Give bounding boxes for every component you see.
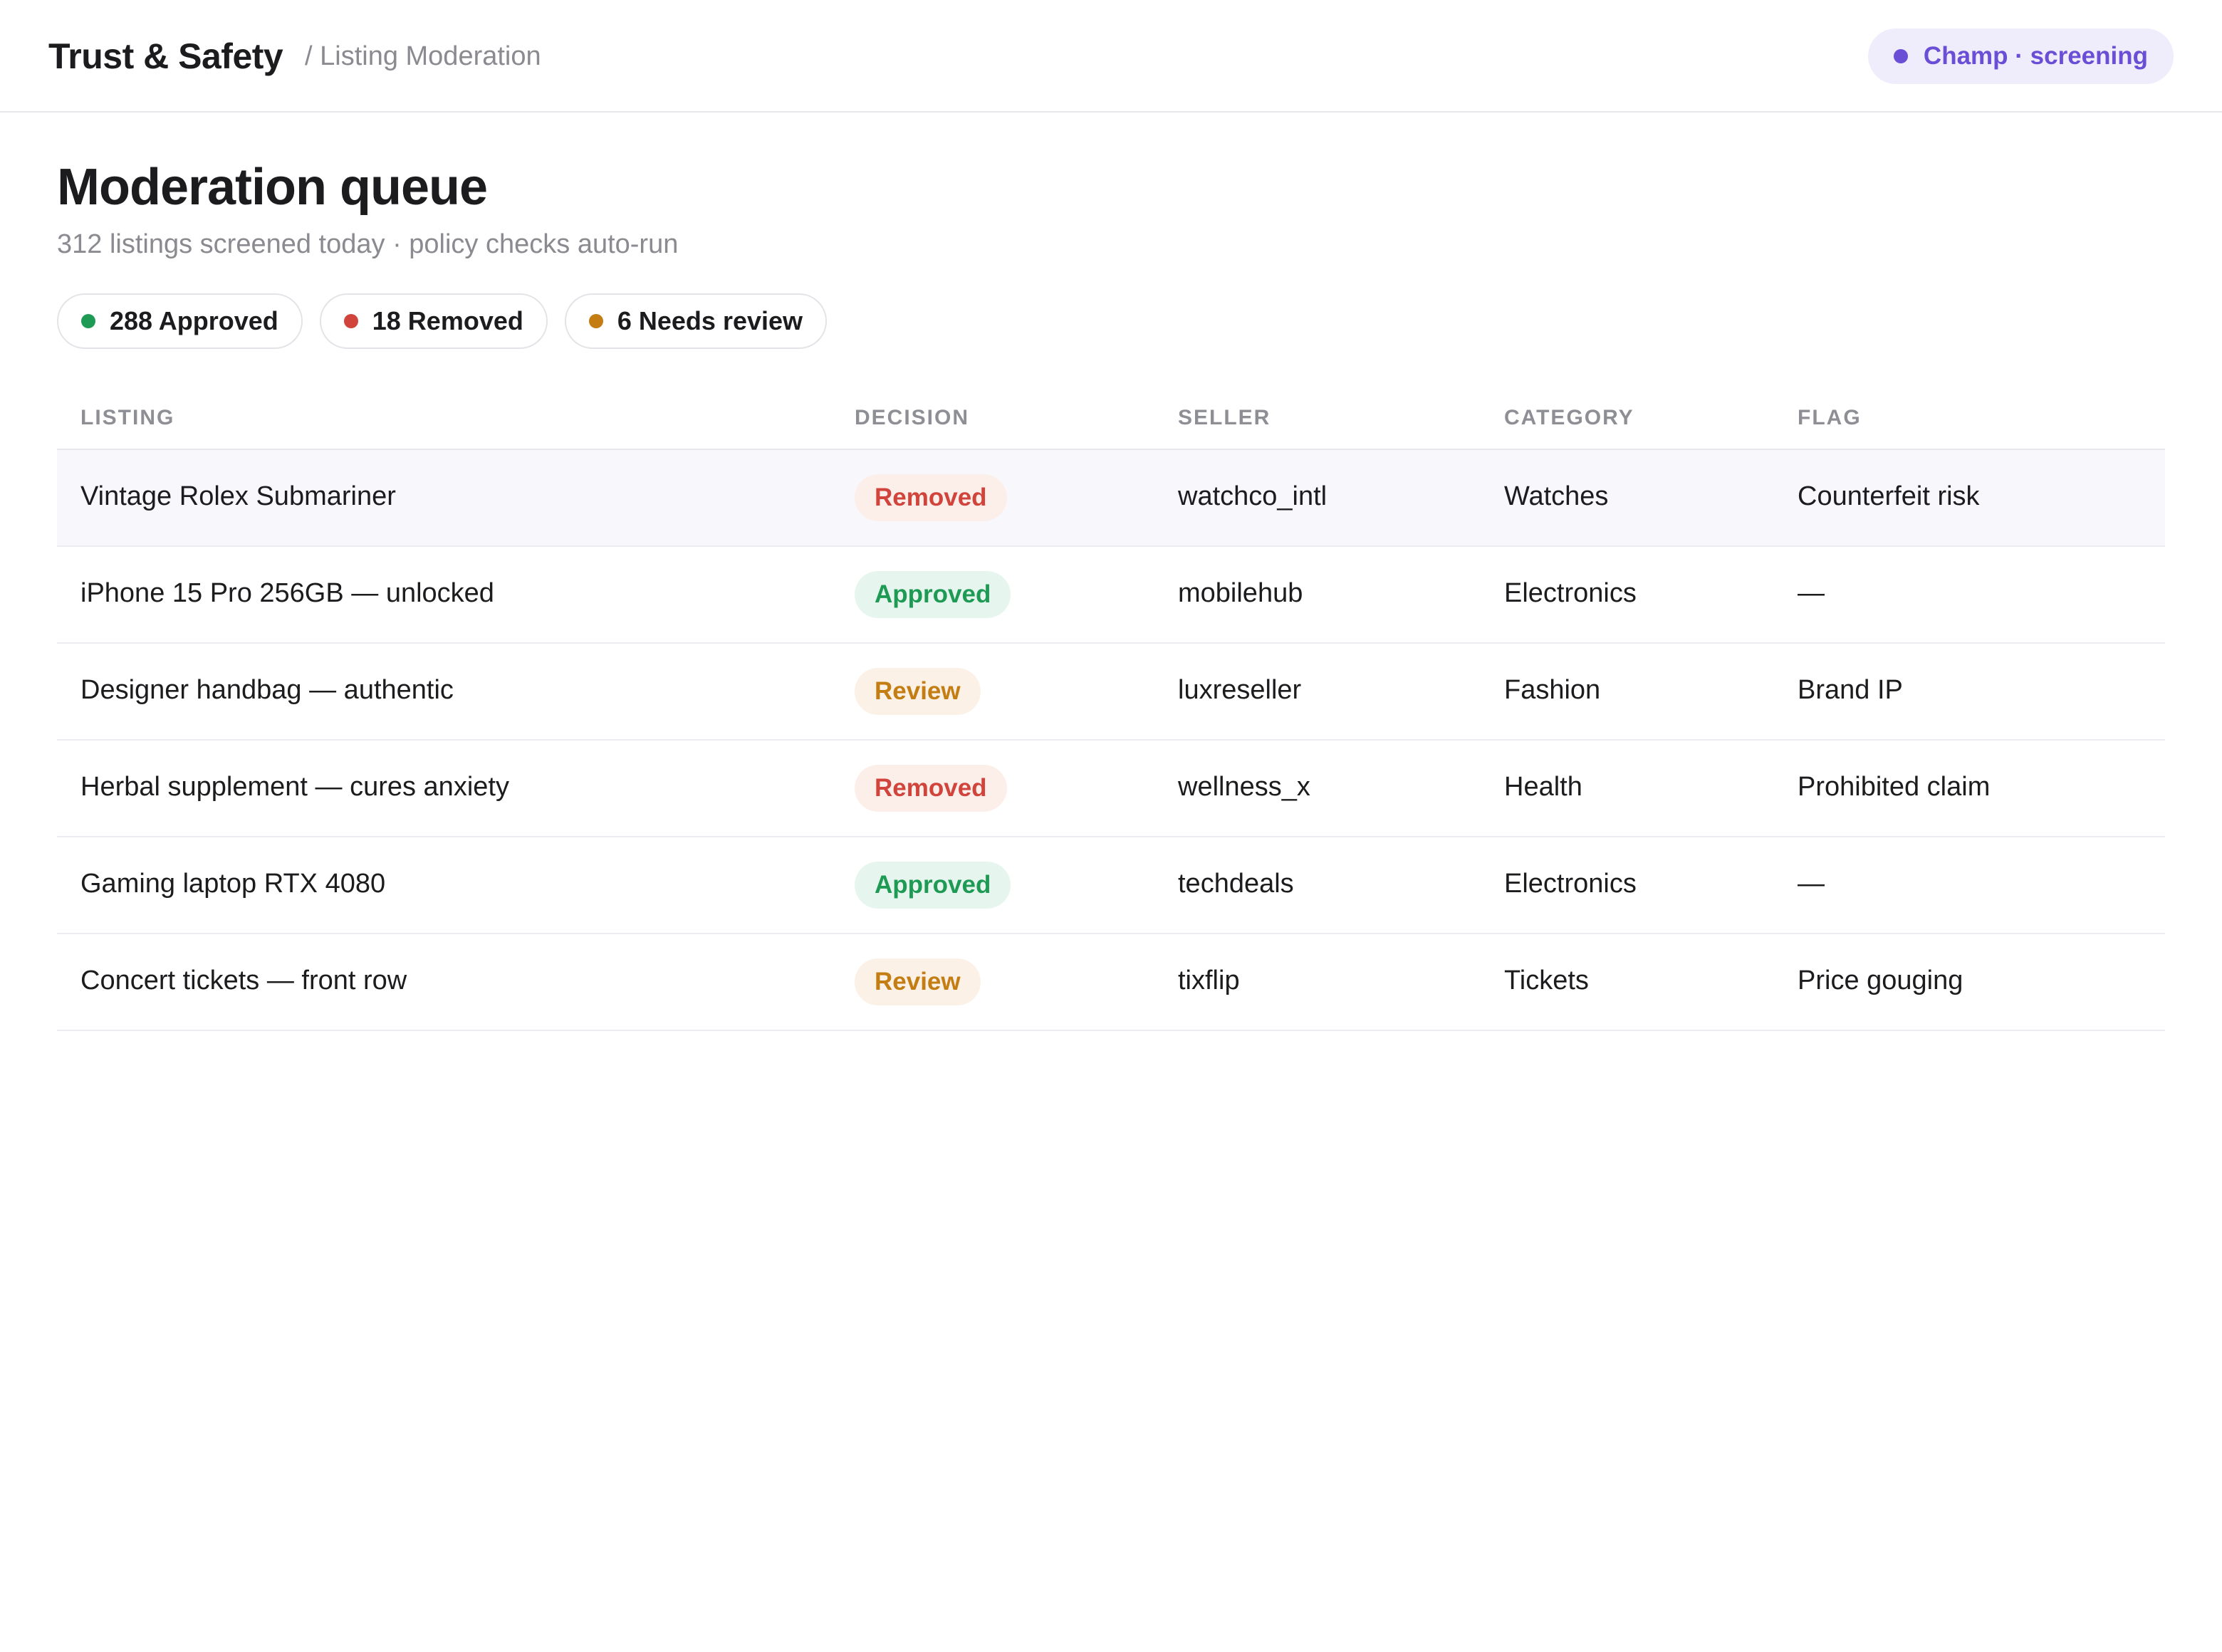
decision-badge: Approved (855, 571, 1011, 618)
chip-label: 288 Approved (110, 306, 278, 335)
chip-approved[interactable]: 288 Approved (57, 293, 303, 349)
moderation-table: LISTING DECISION SELLER CATEGORY FLAG Vi… (57, 390, 2165, 1031)
chip-label: 18 Removed (372, 306, 523, 335)
category: Fashion (1504, 675, 1601, 705)
table-row[interactable]: Gaming laptop RTX 4080 Approved techdeal… (57, 837, 2165, 934)
session-status-dot-icon (1893, 49, 1908, 63)
session-status-pill[interactable]: Champ · screening (1867, 28, 2174, 84)
listing-title: Gaming laptop RTX 4080 (80, 869, 386, 899)
table-row[interactable]: Herbal supplement — cures anxiety Remove… (57, 741, 2165, 837)
column-header-decision[interactable]: DECISION (855, 406, 969, 430)
listing-title: Herbal supplement — cures anxiety (80, 772, 509, 802)
flag: Brand IP (1798, 675, 1903, 705)
session-status-label: Champ · screening (1923, 42, 2148, 70)
decision-badge: Removed (855, 474, 1007, 521)
flag: — (1798, 869, 1825, 899)
top-bar: Trust & Safety / Listing Moderation Cham… (0, 0, 2222, 113)
column-header-category[interactable]: CATEGORY (1504, 406, 1634, 430)
flag: Price gouging (1798, 966, 1963, 995)
listing-title: Vintage Rolex Submariner (80, 481, 396, 511)
decision-badge: Review (855, 958, 981, 1005)
table-row[interactable]: Vintage Rolex Submariner Removed watchco… (57, 450, 2165, 547)
page-subtitle: 312 listings screened today · policy che… (57, 229, 679, 259)
listing-title: Designer handbag — authentic (80, 675, 454, 705)
page-title: Moderation queue (57, 159, 488, 216)
seller-name: tixflip (1178, 966, 1240, 995)
seller-name: luxreseller (1178, 675, 1302, 705)
category: Electronics (1504, 869, 1637, 899)
flag: — (1798, 578, 1825, 608)
category: Health (1504, 772, 1582, 802)
decision-badge: Approved (855, 862, 1011, 909)
chip-removed[interactable]: 18 Removed (319, 293, 548, 349)
table-row[interactable]: Designer handbag — authentic Review luxr… (57, 644, 2165, 741)
table-header: LISTING DECISION SELLER CATEGORY FLAG (57, 390, 2165, 450)
breadcrumb[interactable]: / Listing Moderation (305, 41, 541, 72)
column-header-listing[interactable]: LISTING (80, 406, 174, 430)
removed-dot-icon (343, 314, 358, 328)
flag: Prohibited claim (1798, 772, 1991, 802)
column-header-seller[interactable]: SELLER (1178, 406, 1271, 430)
decision-badge: Review (855, 668, 981, 715)
summary-chips: 288 Approved 18 Removed 6 Needs review (57, 293, 828, 349)
approved-dot-icon (81, 314, 95, 328)
seller-name: mobilehub (1178, 578, 1303, 608)
chip-label: 6 Needs review (617, 306, 803, 335)
category: Tickets (1504, 966, 1589, 995)
seller-name: wellness_x (1178, 772, 1310, 802)
decision-badge: Removed (855, 765, 1007, 812)
brand-title[interactable]: Trust & Safety (48, 36, 283, 77)
seller-name: watchco_intl (1178, 481, 1328, 511)
listing-title: Concert tickets — front row (80, 966, 407, 995)
review-dot-icon (588, 314, 603, 328)
flag: Counterfeit risk (1798, 481, 1980, 511)
table-row[interactable]: iPhone 15 Pro 256GB — unlocked Approved … (57, 547, 2165, 644)
category: Electronics (1504, 578, 1637, 608)
chip-needs-review[interactable]: 6 Needs review (564, 293, 828, 349)
listing-title: iPhone 15 Pro 256GB — unlocked (80, 578, 494, 608)
column-header-flag[interactable]: FLAG (1798, 406, 1862, 430)
category: Watches (1504, 481, 1609, 511)
seller-name: techdeals (1178, 869, 1294, 899)
table-row[interactable]: Concert tickets — front row Review tixfl… (57, 934, 2165, 1031)
